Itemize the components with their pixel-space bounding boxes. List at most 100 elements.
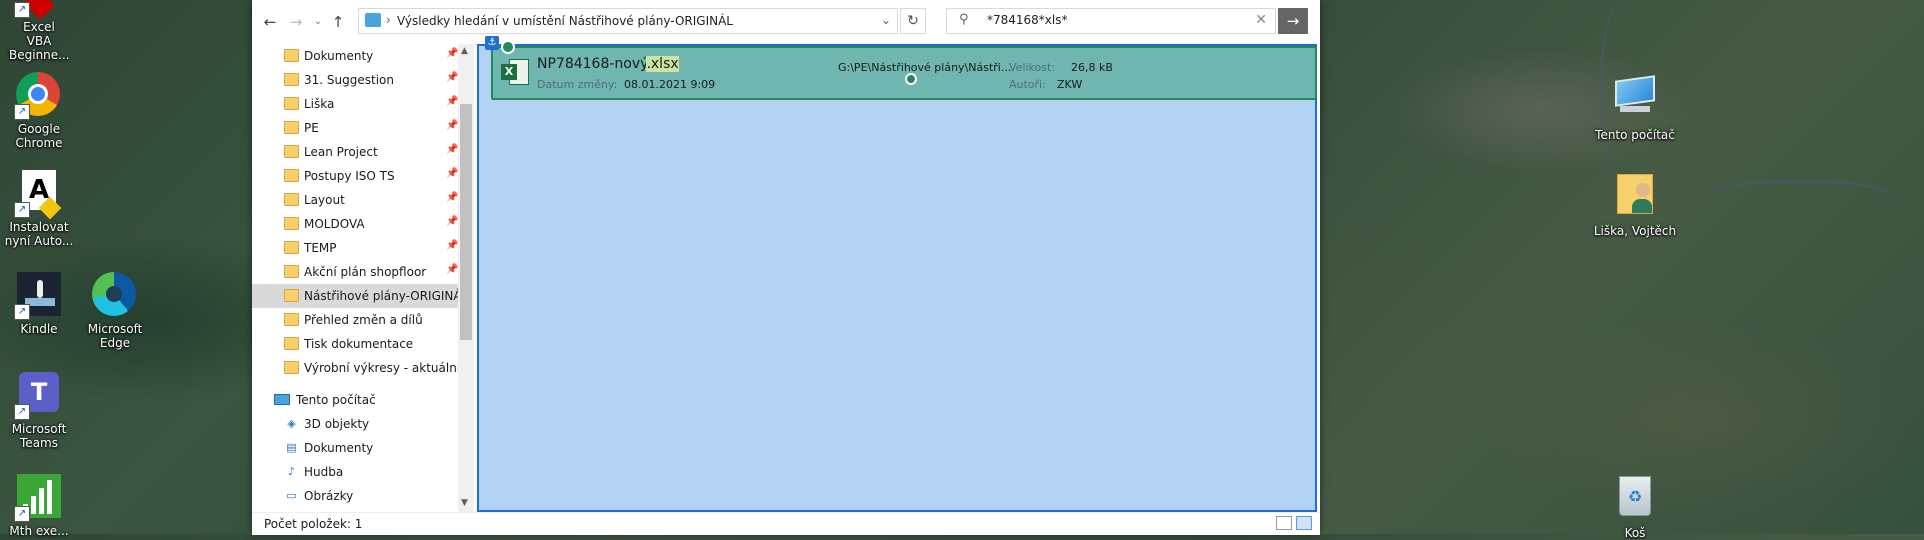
desktop-icon-chrome[interactable]: ↗ Google Chrome <box>0 72 82 150</box>
sidebar-item-akcni-plan[interactable]: Akční plán shopfloor 📌 <box>252 260 458 284</box>
folder-icon <box>284 313 299 326</box>
sidebar-item-nastrihove-plany[interactable]: Nástřihové plány-ORIGINÁL <box>252 284 458 308</box>
back-button[interactable]: ← <box>260 12 280 32</box>
folder-icon <box>284 193 299 206</box>
sidebar-item-this-pc[interactable]: Tento počítač <box>252 388 458 412</box>
file-explorer-window: ← → ⌄ ↑ › Výsledky hledání v umístění Ná… <box>252 0 1320 535</box>
desktop-icon-label: Koš <box>1624 526 1646 540</box>
sidebar-item-label: Akční plán shopfloor <box>304 265 427 279</box>
desktop-icon-edge[interactable]: Microsoft Edge <box>72 272 158 350</box>
date-modified-value: 08.01.2021 9:09 <box>624 78 716 91</box>
search-input[interactable] <box>985 12 1239 28</box>
status-dot-icon <box>501 40 515 54</box>
shortcut-arrow-icon: ↗ <box>14 202 30 218</box>
pin-icon[interactable]: 📌 <box>446 216 458 227</box>
sidebar-item-prehled-zmen[interactable]: Přehled změn a dílů <box>252 308 458 332</box>
chevron-down-icon[interactable]: ⌄ <box>881 13 891 27</box>
search-box[interactable]: ⚲ ✕ <box>946 8 1276 34</box>
close-icon[interactable]: ✕ <box>1255 12 1267 28</box>
desktop-icon-excel-vba[interactable]: ↗ Excel VBA Beginne... <box>0 0 82 62</box>
desktop-icon-label: Microsoft Edge <box>87 322 143 350</box>
sidebar-item-postupy[interactable]: Postupy ISO TS 📌 <box>252 164 458 188</box>
file-name[interactable]: NP784168-nový.xlsx <box>537 56 679 72</box>
desktop-icon-this-pc[interactable]: Tento počítač <box>1592 72 1678 142</box>
3d-objects-icon: ◈ <box>287 417 296 430</box>
anchor-icon: ⚓ <box>485 36 499 50</box>
item-count: Počet položek: 1 <box>264 517 363 531</box>
folder-icon <box>284 361 299 374</box>
desktop-icon-kindle[interactable]: ↗ Kindle <box>0 272 82 336</box>
sidebar-item-temp[interactable]: TEMP 📌 <box>252 236 458 260</box>
desktop-icon-recycle-bin[interactable]: ♻ Koš <box>1592 476 1678 540</box>
pin-icon[interactable]: 📌 <box>446 48 458 59</box>
pin-icon[interactable]: 📌 <box>446 96 458 107</box>
refresh-button[interactable]: ↻ <box>900 8 926 34</box>
pin-icon[interactable]: 📌 <box>446 240 458 251</box>
folder-icon <box>284 121 299 134</box>
scroll-up-icon[interactable]: ▲ <box>461 46 468 56</box>
selection-rectangle <box>477 44 1317 512</box>
authors-value: ZKW <box>1057 78 1083 91</box>
sidebar-item-vyrobni-vykresy[interactable]: Výrobní výkresy - aktuální <box>252 356 458 380</box>
sidebar-item-layout[interactable]: Layout 📌 <box>252 188 458 212</box>
desktop-icon-label: Microsoft Teams <box>11 422 67 450</box>
search-go-button[interactable]: → <box>1278 8 1308 34</box>
navigation-scrollbar[interactable]: ▲ ▼ <box>458 44 474 512</box>
sidebar-item-dokumenty[interactable]: Dokumenty 📌 <box>252 44 458 68</box>
search-results-pane[interactable]: ⚓ X NP784168-nový.xlsx Datum změny: 08.0… <box>477 36 1320 512</box>
documents-icon: ▤ <box>286 441 297 454</box>
pin-icon[interactable]: 📌 <box>446 168 458 179</box>
forward-button[interactable]: → <box>286 12 306 32</box>
sidebar-item-moldova[interactable]: MOLDOVA 📌 <box>252 212 458 236</box>
desktop-icon-chart-app[interactable]: ↗ Mth exe... <box>0 474 82 538</box>
folder-icon <box>284 265 299 278</box>
sidebar-item-pe[interactable]: PE 📌 <box>252 116 458 140</box>
pin-icon[interactable]: 📌 <box>446 192 458 203</box>
sidebar-item-pictures[interactable]: ▭ Obrázky <box>252 484 458 508</box>
address-bar[interactable]: › Výsledky hledání v umístění Nástřihové… <box>358 8 898 34</box>
sidebar-item-label: Postupy ISO TS <box>304 169 395 183</box>
breadcrumb[interactable]: Výsledky hledání v umístění Nástřihové p… <box>397 14 733 28</box>
sidebar-item-label: Přehled změn a dílů <box>304 313 423 327</box>
sidebar-item-label: Tisk dokumentace <box>304 337 414 351</box>
folder-icon <box>284 49 299 62</box>
desktop-icon-user-folder[interactable]: Liška, Vojtěch <box>1592 174 1678 238</box>
desktop-icon-autocad[interactable]: A ↗ Instalovat nyní Auto... <box>0 170 82 248</box>
desktop-icon-label: Excel VBA Beginne... <box>9 20 70 62</box>
sidebar-item-lean-project[interactable]: Lean Project 📌 <box>252 140 458 164</box>
sidebar-item-label: Liška <box>304 97 335 111</box>
desktop-icon-label: Instalovat nyní Auto... <box>4 220 74 248</box>
scrollbar-thumb[interactable] <box>460 104 472 340</box>
sidebar-item-music[interactable]: ♪ Hudba <box>252 460 458 484</box>
details-view-icon[interactable] <box>1276 516 1292 530</box>
sidebar-item-liska[interactable]: Liška 📌 <box>252 92 458 116</box>
scroll-down-icon[interactable]: ▼ <box>461 498 468 508</box>
folder-icon <box>284 145 299 158</box>
search-result-item[interactable]: ⚓ X NP784168-nový.xlsx Datum změny: 08.0… <box>485 36 1317 100</box>
sidebar-item-tisk-dokumentace[interactable]: Tisk dokumentace <box>252 332 458 356</box>
pin-icon[interactable]: 📌 <box>446 144 458 155</box>
sidebar-item-documents[interactable]: ▤ Dokumenty <box>252 436 458 460</box>
kindle-icon: ↗ <box>14 272 62 320</box>
desktop-icon-label: Kindle <box>20 322 58 336</box>
pin-icon[interactable]: 📌 <box>446 120 458 131</box>
sidebar-item-label: Hudba <box>304 465 344 479</box>
large-icons-view-icon[interactable] <box>1296 516 1312 530</box>
desktop-icon-teams[interactable]: T ↗ Microsoft Teams <box>0 372 82 450</box>
recent-locations-button[interactable]: ⌄ <box>308 12 328 32</box>
sidebar-item-label: Layout <box>304 193 345 207</box>
sidebar-item-3d-objects[interactable]: ◈ 3D objekty <box>252 412 458 436</box>
sidebar-item-suggestion[interactable]: 31. Suggestion 📌 <box>252 68 458 92</box>
size-label: Velikost: <box>1009 61 1056 74</box>
breadcrumb-chevron-icon: › <box>386 13 391 27</box>
shortcut-arrow-icon: ↗ <box>14 104 30 120</box>
sidebar-item-label: MOLDOVA <box>304 217 365 231</box>
excel-vba-icon: ↗ <box>14 0 62 20</box>
pin-icon[interactable]: 📌 <box>446 264 458 275</box>
sidebar-item-label: Dokumenty <box>304 49 374 63</box>
folder-icon <box>284 73 299 86</box>
up-button[interactable]: ↑ <box>328 12 348 32</box>
pin-icon[interactable]: 📌 <box>446 72 458 83</box>
chrome-icon: ↗ <box>14 72 62 120</box>
file-path: G:\PE\Nástřihové plány\Nástři... <box>838 61 1012 74</box>
